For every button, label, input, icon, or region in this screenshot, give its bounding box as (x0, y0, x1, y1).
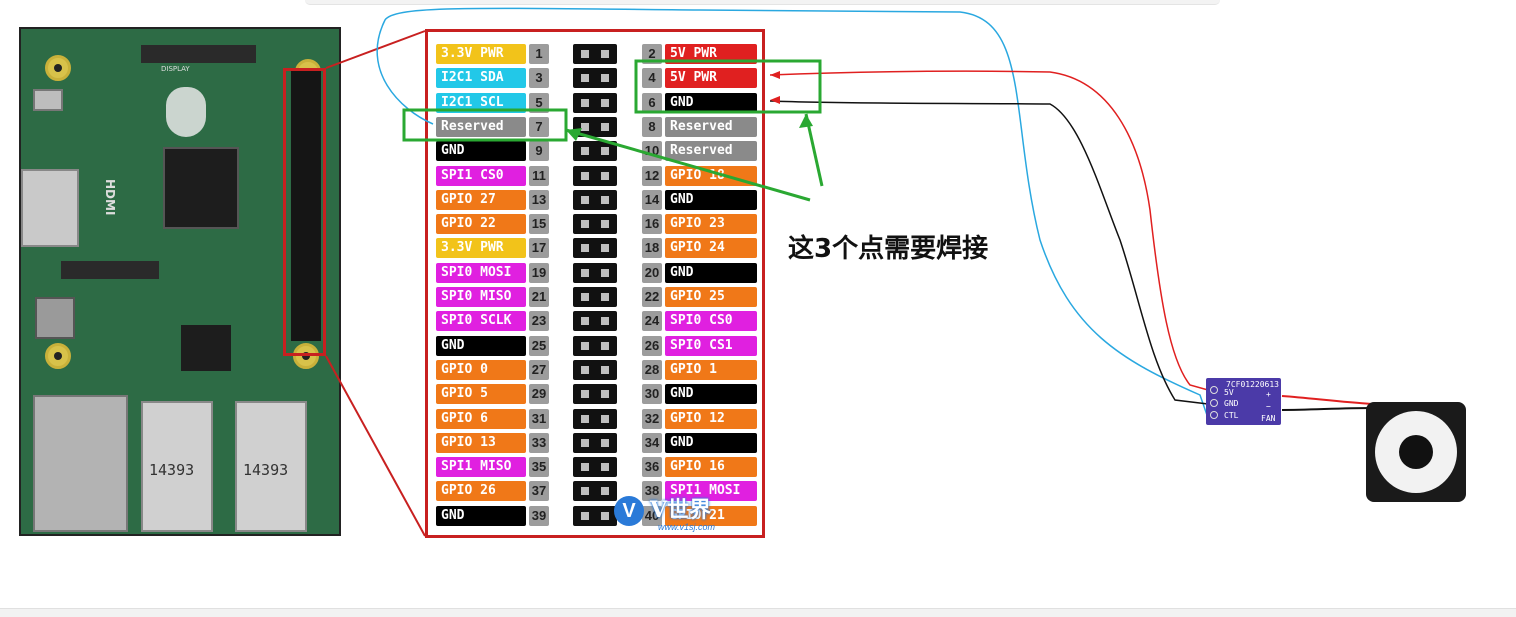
blue-control-wire (376, 7, 1209, 419)
zoom-line-bottom (325, 355, 426, 537)
red-arrowhead (770, 96, 780, 104)
watermark-brand: V世界 (650, 497, 712, 523)
fan-board-ctl-label: CTL (1224, 411, 1239, 420)
highlight-pin-7 (402, 108, 568, 142)
zoom-line-top (325, 30, 426, 69)
highlight-pins-4-6 (634, 59, 822, 114)
fan-board-5v-label: 5V (1224, 388, 1234, 397)
cooling-fan (1366, 402, 1466, 502)
watermark-logo-icon: V (614, 496, 644, 526)
fan-red-wire (1281, 395, 1373, 405)
watermark: V V世界 www.v1sj.com (614, 492, 762, 534)
callout-arrow-left (565, 128, 811, 202)
fan-board-minus-label: − (1266, 402, 1271, 411)
watermark-url: www.v1sj.com (658, 522, 716, 532)
fan-control-board: 7CF01220613 5V GND CTL + − FAN (1206, 378, 1281, 425)
fan-board-plus-label: + (1266, 390, 1271, 399)
fan-board-gnd-label: GND (1224, 399, 1239, 408)
solder-note: 这3个点需要焊接 (788, 234, 989, 264)
callout-arrowhead (799, 114, 813, 128)
fan-board-fan-label: FAN (1261, 414, 1276, 423)
solder-pad-icon (1210, 386, 1218, 394)
fan-black-wire (1281, 407, 1373, 411)
solder-pad-icon (1210, 399, 1218, 407)
red-arrowhead (770, 71, 780, 79)
solder-pad-icon (1210, 411, 1218, 419)
